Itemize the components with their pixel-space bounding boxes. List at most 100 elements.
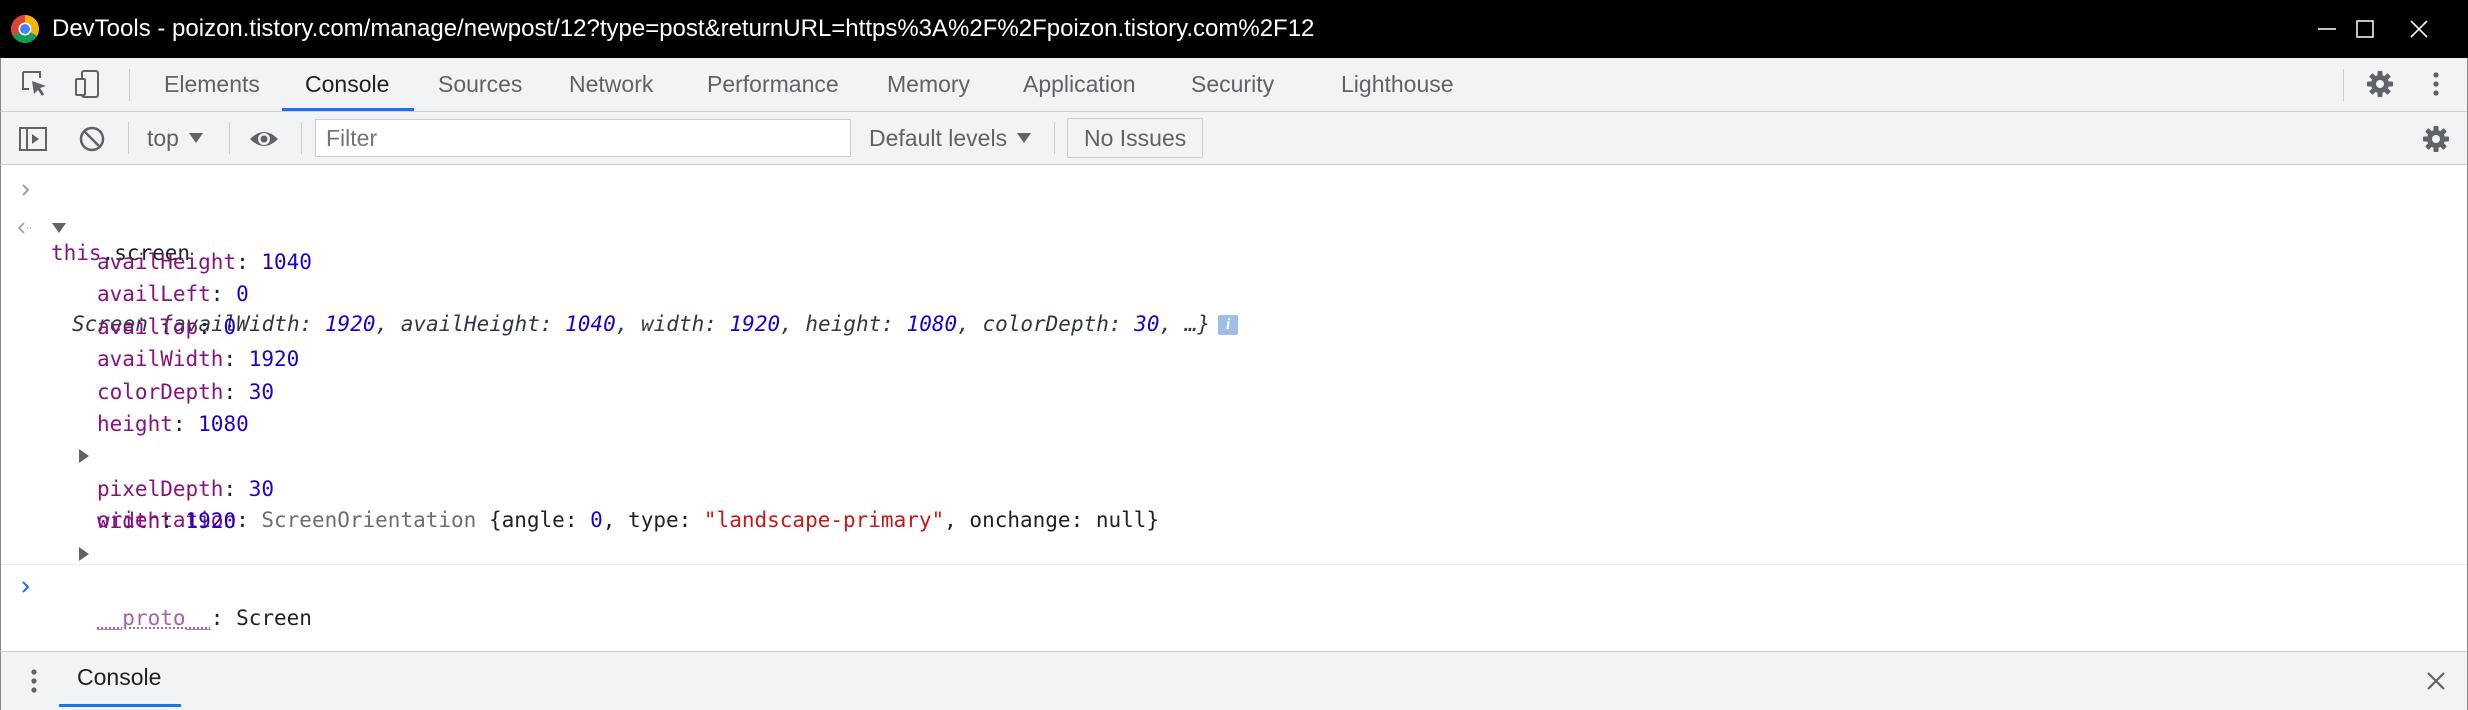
live-expression-button[interactable]: [247, 122, 281, 156]
result-summary-line[interactable]: Screen {availWidth: 1920, availHeight: 1…: [17, 212, 1239, 336]
toolbar-divider: [229, 122, 230, 154]
toolbar-divider: [1054, 122, 1055, 154]
property-key: __proto__: [97, 606, 211, 630]
property-value: "landscape-primary": [703, 508, 945, 532]
close-drawer-button[interactable]: [2419, 664, 2453, 698]
device-mode-icon: [75, 70, 99, 98]
clear-console-button[interactable]: [75, 122, 109, 156]
console-toolbar: top Default levels No Issues: [0, 112, 2468, 165]
devtools-tab-bar: Elements Console Sources Network Perform…: [0, 58, 2468, 112]
filter-input[interactable]: [315, 119, 851, 157]
expand-triangle-icon[interactable]: [79, 547, 89, 561]
property-key: availWidth: [97, 347, 224, 371]
more-vertical-icon: [2433, 72, 2439, 96]
tab-console[interactable]: Console: [303, 58, 391, 111]
property-value: 30: [248, 380, 275, 404]
prompt-chevron-icon: [22, 581, 30, 593]
console-output[interactable]: this.screen Screen {availWidth: 1920, av…: [0, 165, 2468, 651]
close-icon: [2427, 672, 2445, 690]
drawer-menu-button[interactable]: [19, 664, 49, 698]
property-value: 0: [223, 315, 237, 339]
active-drawer-tab-indicator: [59, 704, 181, 707]
property-value: 0: [590, 508, 603, 532]
property-value: 1080: [198, 412, 249, 436]
inspect-element-button[interactable]: [18, 67, 52, 101]
result-arrow-icon: [17, 222, 31, 234]
property-key: pixelDepth: [97, 477, 224, 501]
context-selector[interactable]: top: [147, 122, 203, 154]
preview-key: availHeight: [400, 312, 540, 336]
tab-application[interactable]: Application: [1021, 58, 1138, 111]
expand-triangle-icon[interactable]: [52, 223, 66, 233]
toolbar-divider: [301, 122, 302, 154]
preview-key: height: [805, 312, 882, 336]
property-key: availHeight: [97, 250, 237, 274]
clear-block-icon: [79, 126, 105, 152]
toolbar-divider: [128, 122, 129, 154]
gear-icon: [2423, 126, 2449, 152]
property-key: width: [97, 509, 161, 533]
tab-lighthouse[interactable]: Lighthouse: [1339, 58, 1456, 111]
console-input-line: this.screen: [21, 173, 190, 265]
device-toolbar-button[interactable]: [71, 67, 105, 101]
property-value: 1040: [261, 250, 312, 274]
show-sidebar-button[interactable]: [16, 122, 50, 156]
property-value: Screen: [236, 606, 312, 630]
console-settings-button[interactable]: [2419, 122, 2453, 156]
drawer-tab-console[interactable]: Console: [77, 664, 161, 691]
tab-network[interactable]: Network: [567, 58, 655, 111]
chrome-logo-icon: [11, 15, 39, 43]
issues-button[interactable]: No Issues: [1067, 118, 1204, 158]
property-value: 1920: [248, 347, 300, 371]
window-title: DevTools - poizon.tistory.com/manage/new…: [52, 15, 1315, 42]
proto-property[interactable]: __proto__: Screen: [1, 538, 312, 630]
maximize-icon: [2356, 20, 2374, 38]
close-icon: [2410, 20, 2428, 38]
preview-value: 1080: [906, 312, 958, 336]
tab-security[interactable]: Security: [1189, 58, 1276, 111]
property-key: availTop: [97, 315, 199, 339]
chevron-down-icon: [188, 132, 203, 143]
property-value: 30: [248, 477, 275, 501]
prompt-chevron-icon: [22, 184, 30, 196]
close-window-button[interactable]: [2384, 0, 2454, 58]
sidebar-toggle-icon: [19, 127, 47, 151]
preview-key: width: [641, 312, 705, 336]
chevron-down-icon: [1017, 132, 1032, 143]
orientation-property[interactable]: orientation: ScreenOrientation {angle: 0…: [1, 440, 1159, 532]
property-value: 0: [236, 282, 249, 306]
object-preview: Screen {availWidth: 1920, availHeight: 1…: [72, 308, 1239, 340]
drawer-bar: Console: [0, 651, 2468, 710]
preview-value: 1040: [565, 312, 616, 336]
preview-value: 1920: [324, 312, 376, 336]
more-options-button[interactable]: [2419, 67, 2453, 101]
active-tab-indicator: [282, 108, 414, 111]
divider: [1, 564, 2467, 565]
property-key: colorDepth: [97, 380, 224, 404]
property-key: height: [97, 412, 173, 436]
eye-icon: [250, 132, 278, 146]
expand-triangle-icon[interactable]: [79, 449, 89, 463]
tab-performance[interactable]: Performance: [705, 58, 841, 111]
inspect-cursor-icon: [22, 71, 46, 96]
class-name: ScreenOrientation: [261, 508, 477, 532]
property-key: availLeft: [97, 282, 211, 306]
gear-icon: [2367, 71, 2393, 97]
context-value: top: [147, 125, 179, 151]
info-icon[interactable]: i: [1218, 315, 1239, 335]
preview-value: 30: [1134, 312, 1160, 336]
console-prompt[interactable]: [21, 570, 72, 602]
toolbar-divider: [2343, 69, 2344, 101]
property-value: null: [1095, 508, 1147, 532]
more-vertical-icon: [31, 669, 37, 693]
tab-elements[interactable]: Elements: [162, 58, 262, 111]
toolbar-divider: [129, 69, 130, 101]
settings-button[interactable]: [2363, 67, 2397, 101]
tab-sources[interactable]: Sources: [436, 58, 524, 111]
window-title-bar: DevTools - poizon.tistory.com/manage/new…: [0, 0, 2468, 58]
log-levels-dropdown[interactable]: Default levels: [869, 122, 1032, 154]
property-value: 1920: [185, 509, 237, 533]
preview-ellipsis: …}: [1184, 312, 1211, 336]
tab-memory[interactable]: Memory: [885, 58, 972, 111]
preview-key: colorDepth: [982, 312, 1109, 336]
